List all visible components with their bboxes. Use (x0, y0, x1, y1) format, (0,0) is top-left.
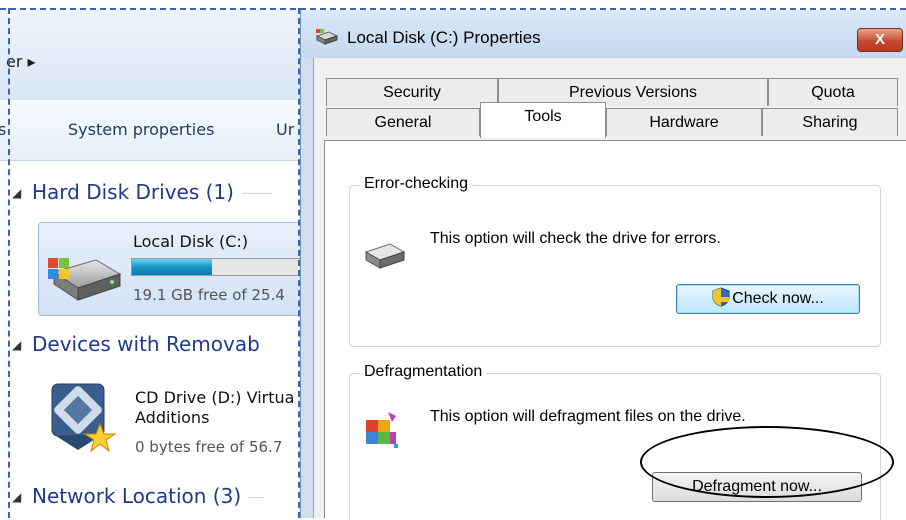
address-breadcrumb[interactable]: er ▸ (6, 52, 36, 71)
disk-usage-bar (131, 258, 300, 276)
defragmentation-label: Defragmentation (360, 363, 487, 381)
hard-drive-icon (48, 258, 122, 301)
address-bar: er ▸ (0, 8, 300, 101)
uninstall-button-cut[interactable]: Ur (276, 120, 294, 139)
local-disk-name: Local Disk (C:) (133, 232, 249, 251)
command-cut-off-left[interactable]: s (0, 120, 6, 139)
system-properties-button[interactable]: System properties (68, 120, 214, 139)
dialog-title: Local Disk (C:) Properties (347, 28, 541, 47)
defragmentation-description: This option will defragment files on the… (430, 408, 746, 425)
error-checking-label: Error-checking (360, 175, 473, 193)
tab-tools[interactable]: Tools (480, 102, 606, 138)
disk-icon (364, 243, 406, 269)
tab-hardware[interactable]: Hardware (606, 108, 762, 136)
cd-drive-free-space: 0 bytes free of 56.7 (135, 438, 283, 456)
collapse-triangle-icon[interactable]: ◢ (12, 186, 21, 200)
close-button[interactable]: X (857, 28, 903, 52)
close-icon: X (874, 31, 885, 48)
check-now-button[interactable]: Check now... (676, 284, 860, 314)
cd-drive-icon (51, 383, 117, 453)
error-checking-description: This option will check the drive for err… (430, 230, 721, 247)
section-removable-devices[interactable]: ◢ Devices with Removab (12, 332, 260, 356)
tab-sharing[interactable]: Sharing (762, 108, 898, 136)
explorer-window: er ▸ s System properties Ur ◢ Hard Disk … (0, 0, 300, 518)
tab-general[interactable]: General (326, 108, 480, 136)
local-disk-free-space: 19.1 GB free of 25.4 (133, 286, 285, 304)
collapse-triangle-icon[interactable]: ◢ (12, 490, 21, 504)
annotation-ellipse (640, 426, 894, 498)
uac-shield-icon (712, 287, 730, 307)
error-checking-group: Error-checking This option will check th… (349, 175, 881, 347)
cd-drive-name: CD Drive (D:) Virtua Additions (135, 388, 295, 427)
section-hard-disk-drives[interactable]: ◢ Hard Disk Drives (1) (12, 180, 272, 204)
dialog-titlebar[interactable]: Local Disk (C:) Properties X (301, 10, 906, 58)
disk-usage-fill (132, 259, 212, 275)
tab-quota[interactable]: Quota (768, 78, 898, 106)
defrag-icon (366, 412, 398, 448)
tab-security[interactable]: Security (326, 78, 498, 106)
collapse-triangle-icon[interactable]: ◢ (12, 338, 21, 352)
title-drive-icon (315, 29, 339, 45)
selection-marquee-left (8, 8, 10, 518)
section-network-location[interactable]: ◢ Network Location (3) (12, 484, 264, 508)
